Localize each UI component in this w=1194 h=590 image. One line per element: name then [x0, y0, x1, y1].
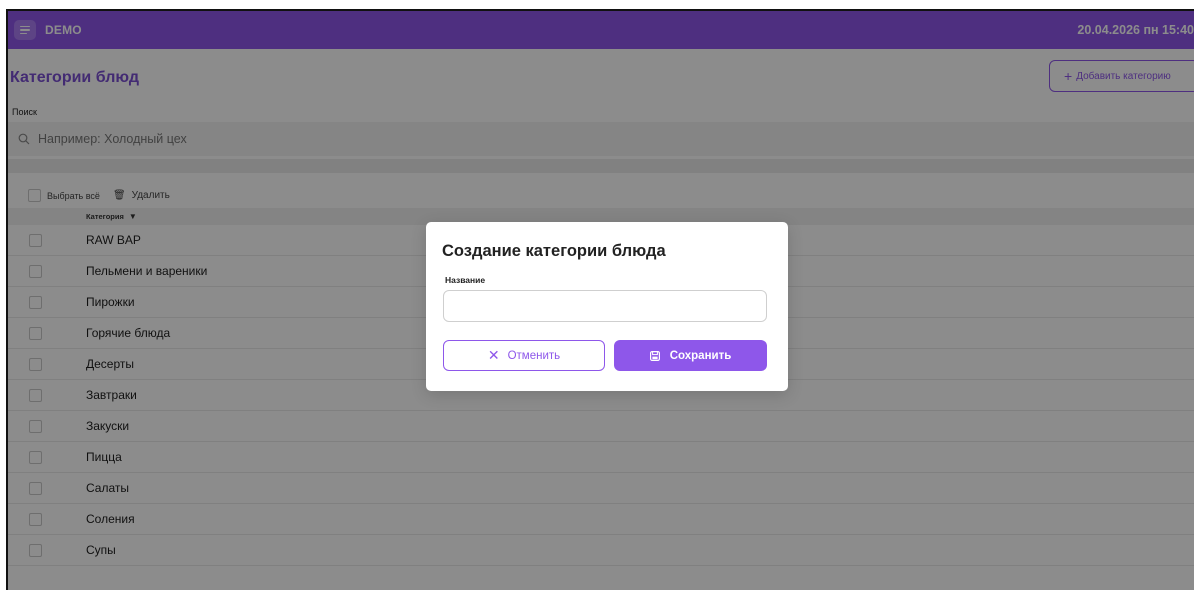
dialog-title: Создание категории блюда [442, 242, 666, 260]
app-window: DEMO 20.04.2026 пн 15:40 Категории блюд … [6, 9, 1194, 590]
save-label: Сохранить [669, 349, 732, 362]
cancel-label: Отменить [507, 349, 561, 362]
save-button[interactable]: Сохранить [614, 340, 767, 371]
category-name-input[interactable] [443, 290, 767, 322]
save-icon [649, 350, 660, 361]
name-field-label: Название [445, 275, 486, 285]
create-category-dialog: Создание категории блюда Название ✕ Отме… [426, 222, 788, 391]
cancel-button[interactable]: ✕ Отменить [443, 340, 605, 371]
close-icon: ✕ [487, 347, 500, 363]
